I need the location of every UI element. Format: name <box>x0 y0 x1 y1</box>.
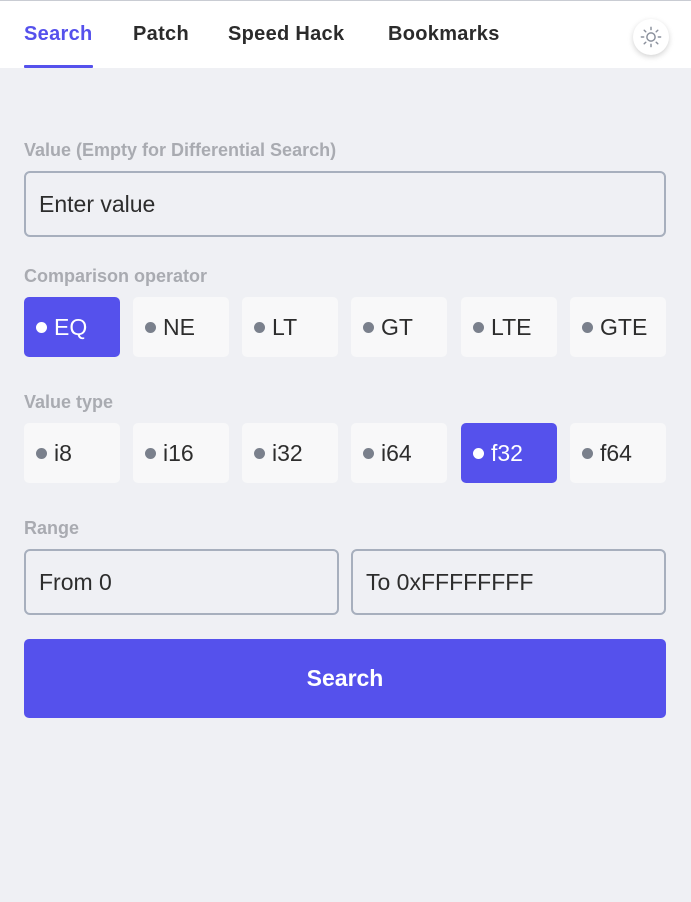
option-label: i16 <box>163 439 194 466</box>
value-type-label: Value type <box>24 392 114 412</box>
operator-lte-option[interactable]: LTE <box>461 297 557 357</box>
operator-eq-option[interactable]: EQ <box>24 297 120 357</box>
operator-lt-option[interactable]: LT <box>242 297 338 357</box>
radio-dot-icon <box>473 447 484 459</box>
value-field-label: Value (Empty for Differential Search) <box>24 140 337 160</box>
radio-dot-icon <box>473 321 484 333</box>
comparison-operator-label: Comparison operator <box>24 266 208 286</box>
radio-dot-icon <box>145 447 156 459</box>
sun-icon <box>640 26 662 48</box>
tab-bookmarks[interactable]: Bookmarks <box>388 23 500 67</box>
theme-toggle-button[interactable] <box>633 19 669 55</box>
radio-dot-icon <box>254 447 265 459</box>
radio-dot-icon <box>36 447 47 459</box>
radio-dot-icon <box>363 447 374 459</box>
radio-dot-icon <box>254 321 265 333</box>
option-label: f32 <box>491 439 523 466</box>
type-f64-option[interactable]: f64 <box>570 423 666 483</box>
type-i8-option[interactable]: i8 <box>24 423 120 483</box>
radio-dot-icon <box>36 321 47 333</box>
operator-gte-option[interactable]: GTE <box>570 297 666 357</box>
top-nav-bar: Search Patch Speed Hack Bookmarks <box>0 0 691 68</box>
radio-dot-icon <box>582 447 593 459</box>
range-label: Range <box>24 518 80 538</box>
range-to-input[interactable] <box>351 549 666 615</box>
option-label: EQ <box>54 313 88 340</box>
tab-patch[interactable]: Patch <box>133 23 189 67</box>
radio-dot-icon <box>582 321 593 333</box>
type-i16-option[interactable]: i16 <box>133 423 229 483</box>
tab-speed-hack[interactable]: Speed Hack <box>228 23 344 67</box>
option-label: i8 <box>54 439 72 466</box>
tab-search[interactable]: Search <box>24 23 93 68</box>
option-label: NE <box>163 313 195 340</box>
type-i64-option[interactable]: i64 <box>351 423 447 483</box>
type-f32-option[interactable]: f32 <box>461 423 557 483</box>
operator-gt-option[interactable]: GT <box>351 297 447 357</box>
type-i32-option[interactable]: i32 <box>242 423 338 483</box>
option-label: LTE <box>491 313 532 340</box>
search-button[interactable]: Search <box>24 639 666 718</box>
option-label: GTE <box>600 313 648 340</box>
operator-ne-option[interactable]: NE <box>133 297 229 357</box>
option-label: GT <box>381 313 413 340</box>
option-label: f64 <box>600 439 632 466</box>
option-label: i32 <box>272 439 303 466</box>
radio-dot-icon <box>363 321 374 333</box>
option-label: i64 <box>381 439 412 466</box>
value-input[interactable] <box>24 171 666 237</box>
option-label: LT <box>272 313 298 340</box>
radio-dot-icon <box>145 321 156 333</box>
range-from-input[interactable] <box>24 549 339 615</box>
